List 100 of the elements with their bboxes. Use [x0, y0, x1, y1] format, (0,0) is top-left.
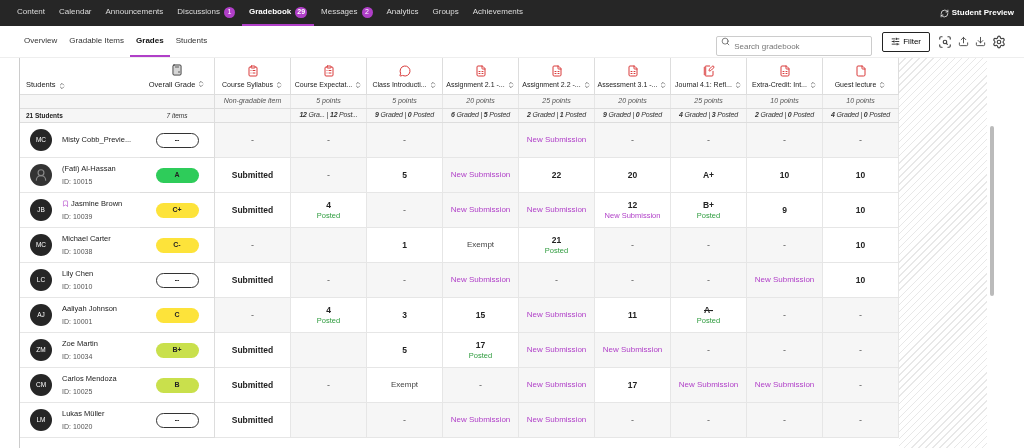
grade-cell[interactable]: - [595, 403, 671, 438]
grade-cell[interactable]: New Submission [443, 263, 519, 298]
grade-cell[interactable]: 3 [367, 298, 443, 333]
sort-icon[interactable] [57, 82, 66, 90]
grade-cell[interactable]: New Submission [519, 123, 595, 158]
sort-icon[interactable] [506, 80, 515, 89]
grade-cell[interactable]: - [291, 263, 367, 298]
grade-cell[interactable]: - [215, 228, 291, 263]
grade-cell[interactable]: - [671, 263, 747, 298]
nav-tab[interactable]: Groups [425, 0, 466, 26]
nav-tab[interactable]: Achievements [465, 0, 530, 26]
grade-cell[interactable]: - [519, 263, 595, 298]
grade-cell[interactable]: - [671, 123, 747, 158]
grade-cell[interactable]: New Submission [519, 333, 595, 368]
sort-icon[interactable] [275, 80, 283, 89]
grade-cell[interactable]: Submitted [215, 158, 291, 193]
scrollbar-thumb[interactable] [990, 126, 994, 296]
grade-cell[interactable]: - [367, 123, 443, 158]
grade-cell[interactable]: - [823, 123, 899, 158]
magnifier-document-icon[interactable] [938, 34, 952, 49]
grade-cell[interactable]: - [291, 158, 367, 193]
grade-cell[interactable]: New Submission [443, 193, 519, 228]
nav-tab[interactable]: Calendar [52, 0, 99, 26]
sub-tab[interactable]: Students [169, 26, 214, 57]
grade-cell[interactable]: - [747, 403, 823, 438]
grade-cell[interactable]: - [595, 123, 671, 158]
grade-cell[interactable]: Submitted [215, 403, 291, 438]
grade-cell[interactable]: - [367, 263, 443, 298]
grade-cell[interactable]: Submitted [215, 368, 291, 403]
grade-cell[interactable]: - [747, 228, 823, 263]
grade-cell[interactable]: New Submission [671, 368, 747, 403]
grade-cell[interactable]: - [671, 333, 747, 368]
grade-cell[interactable]: New Submission [595, 333, 671, 368]
grade-cell[interactable]: - [367, 193, 443, 228]
sort-icon[interactable] [659, 80, 668, 89]
grade-cell[interactable]: - [291, 123, 367, 158]
filter-button[interactable]: Filter [882, 31, 930, 52]
grade-cell[interactable]: Submitted [215, 193, 291, 228]
grade-cell[interactable]: - [823, 333, 899, 368]
grade-cell[interactable]: - [215, 298, 291, 333]
grade-cell[interactable]: 1 [367, 228, 443, 263]
grade-cell[interactable] [443, 123, 519, 158]
grade-cell[interactable]: New Submission [519, 368, 595, 403]
grade-cell[interactable]: 15 [443, 298, 519, 333]
grade-cell[interactable]: New Submission [443, 158, 519, 193]
grade-cell[interactable]: New Submission [519, 298, 595, 333]
grade-cell[interactable]: - [823, 298, 899, 333]
sort-icon[interactable] [197, 80, 206, 89]
grade-cell[interactable]: 20 [595, 158, 671, 193]
grade-cell[interactable]: - [823, 368, 899, 403]
grade-cell[interactable]: - [747, 333, 823, 368]
grade-cell[interactable]: Exempt [443, 228, 519, 263]
sub-tab[interactable]: Grades [130, 26, 170, 57]
student-preview-button[interactable]: Student Preview [939, 0, 1014, 26]
grade-cell[interactable]: A+ [671, 158, 747, 193]
grade-cell[interactable]: - [823, 403, 899, 438]
download-icon[interactable] [975, 36, 986, 47]
grade-cell[interactable] [291, 403, 367, 438]
grade-cell[interactable]: 17 [595, 368, 671, 403]
grade-cell[interactable]: - [595, 263, 671, 298]
grade-cell[interactable]: - [671, 228, 747, 263]
grade-cell[interactable]: 9 [747, 193, 823, 228]
grade-cell[interactable]: 10 [747, 158, 823, 193]
grade-cell[interactable] [291, 333, 367, 368]
sort-icon[interactable] [808, 80, 817, 89]
grade-cell[interactable]: New Submission [519, 193, 595, 228]
grade-cell[interactable]: New Submission [747, 368, 823, 403]
sub-tab[interactable]: Overview [18, 26, 64, 57]
grade-cell[interactable]: - [291, 368, 367, 403]
grade-cell[interactable]: - [747, 123, 823, 158]
grade-cell[interactable]: 11 [595, 298, 671, 333]
grade-cell[interactable]: New Submission [519, 403, 595, 438]
sort-icon[interactable] [582, 80, 591, 89]
upload-icon[interactable] [958, 36, 969, 47]
grade-cell[interactable]: - [367, 403, 443, 438]
grade-cell[interactable]: 5 [367, 333, 443, 368]
nav-tab[interactable]: Content [10, 0, 53, 26]
nav-tab[interactable]: Announcements [98, 0, 171, 26]
grade-cell[interactable]: Exempt [367, 368, 443, 403]
grade-cell[interactable]: Submitted [215, 263, 291, 298]
grade-cell[interactable] [291, 228, 367, 263]
sort-icon[interactable] [428, 80, 437, 89]
grade-cell[interactable]: 10 [823, 158, 899, 193]
grade-cell[interactable]: 22 [519, 158, 595, 193]
search-field[interactable]: Search gradebook [716, 36, 873, 56]
grade-cell[interactable]: 10 [823, 228, 899, 263]
grade-cell[interactable]: 10 [823, 193, 899, 228]
sub-tab[interactable]: Gradable Items [63, 26, 131, 57]
grade-cell[interactable]: New Submission [747, 263, 823, 298]
nav-tab[interactable]: Analytics [379, 0, 426, 26]
grade-cell[interactable]: - [595, 228, 671, 263]
sort-icon[interactable] [878, 80, 887, 89]
grade-cell[interactable]: - [671, 403, 747, 438]
grade-cell[interactable]: - [443, 368, 519, 403]
sort-icon[interactable] [733, 80, 742, 89]
grade-cell[interactable]: Submitted [215, 333, 291, 368]
settings-icon[interactable] [992, 34, 1006, 49]
grade-cell[interactable]: - [747, 298, 823, 333]
grade-cell[interactable]: - [215, 123, 291, 158]
sort-icon[interactable] [354, 80, 363, 89]
